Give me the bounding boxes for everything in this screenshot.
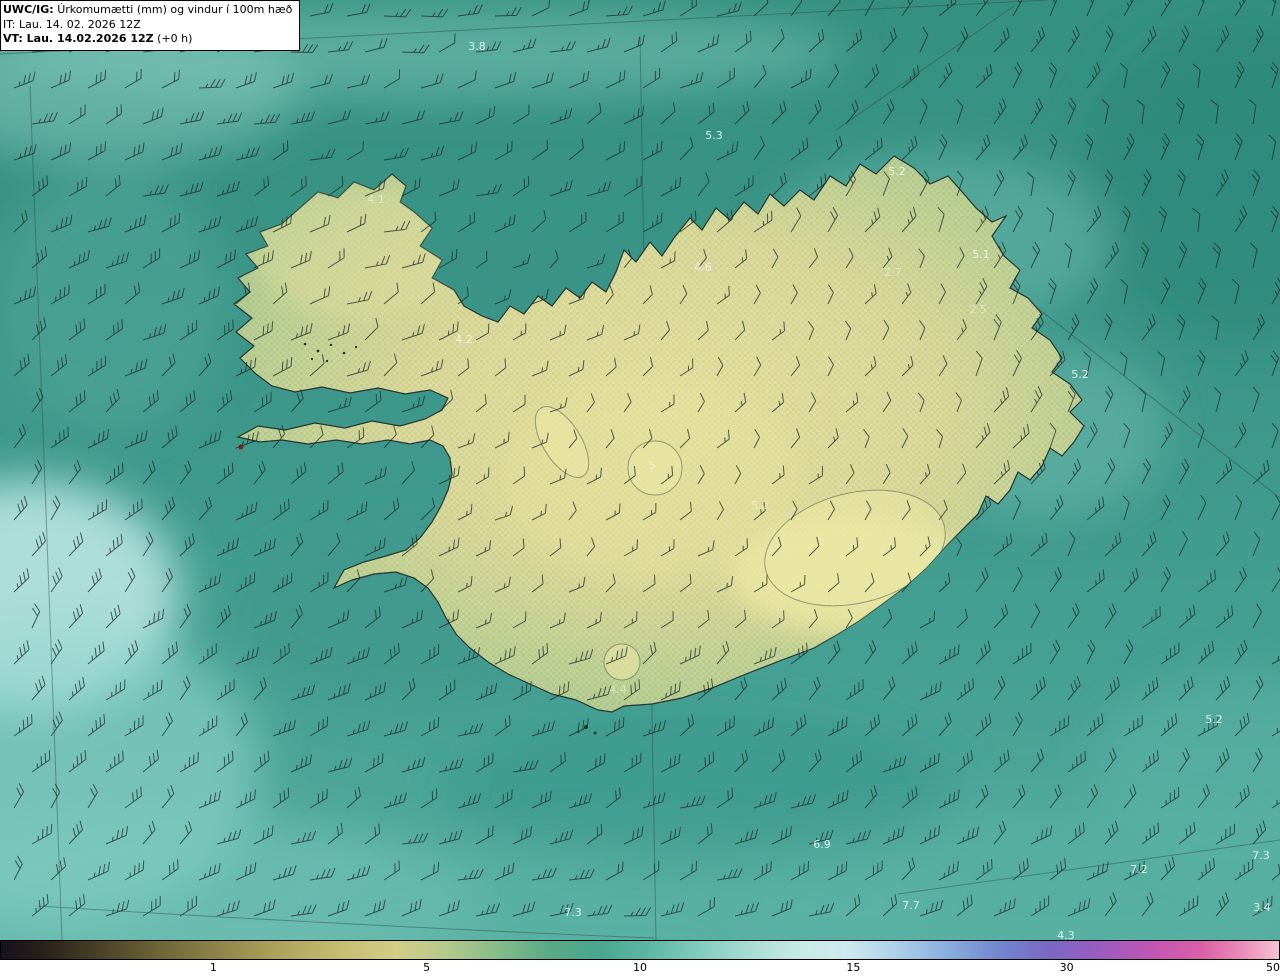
weather-map: 3.8 5.3 5.2 5.1 4.6 2.7 2.5 5.2 4.1 4.2 5 5.2 4.4 6.9… bbox=[0, 0, 1280, 940]
map-value-label: 4.3 bbox=[1057, 929, 1075, 940]
map-title: Úrkomumætti (mm) og vindur í 100m hæð bbox=[57, 3, 293, 16]
map-value-label: 4.1 bbox=[367, 193, 385, 206]
map-value-label: 3.8 bbox=[468, 40, 486, 53]
map-value-label: 7.3 bbox=[564, 906, 582, 919]
colorbar-tick: 30 bbox=[1059, 961, 1074, 974]
map-value-label: 5.2 bbox=[751, 499, 769, 512]
valid-time: Lau. 14.02.2026 12Z bbox=[26, 32, 154, 46]
map-info-panel: UWC/IG: Úrkomumætti (mm) og vindur í 100… bbox=[0, 0, 301, 51]
precip-colorbar bbox=[0, 940, 1280, 960]
colorbar-tick: 15 bbox=[846, 961, 861, 974]
colorbar-tick: 5 bbox=[423, 961, 431, 974]
map-value-label: 2.7 bbox=[884, 266, 902, 279]
map-value-label: 5.2 bbox=[1205, 713, 1223, 726]
map-value-label: 5.2 bbox=[1071, 368, 1089, 381]
colorbar-tick-row: 1 5 10 15 30 50 bbox=[0, 960, 1280, 978]
map-value-label: 3.4 bbox=[1253, 901, 1271, 914]
map-value-label: 7.7 bbox=[902, 899, 920, 912]
weather-map-page: 3.8 5.3 5.2 5.1 4.6 2.7 2.5 5.2 4.1 4.2 5 5.2 4.4 6.9… bbox=[0, 0, 1280, 978]
map-title-line: UWC/IG: Úrkomumætti (mm) og vindur í 100… bbox=[3, 3, 292, 18]
map-value-label: 5.2 bbox=[888, 165, 906, 178]
map-value-label: 7.3 bbox=[1252, 849, 1270, 862]
map-value-label: 2.5 bbox=[969, 303, 987, 316]
map-value-label: 5.1 bbox=[972, 248, 990, 261]
valid-offset: (+0 h) bbox=[157, 32, 193, 46]
model-label: UWC/IG: bbox=[3, 3, 54, 16]
valid-label: VT: bbox=[3, 32, 23, 46]
map-value-label: 4.6 bbox=[694, 261, 712, 274]
map-value-label: 4.4 bbox=[609, 683, 627, 696]
colorbar-tick: 10 bbox=[633, 961, 647, 974]
colorbar-tick: 50 bbox=[1266, 961, 1280, 974]
map-value-label: 5.3 bbox=[705, 129, 723, 142]
valid-time-line: VT: Lau. 14.02.2026 12Z (+0 h) bbox=[3, 32, 292, 47]
map-value-label: 6.9 bbox=[813, 838, 831, 851]
map-value-label: 4.2 bbox=[455, 333, 473, 346]
map-value-label: 7.2 bbox=[1130, 863, 1148, 876]
map-value-label: 5 bbox=[649, 459, 656, 472]
init-time: Lau. 14. 02. 2026 12Z bbox=[18, 17, 141, 31]
colorbar-tick: 1 bbox=[209, 961, 217, 974]
init-label: IT: bbox=[3, 17, 16, 31]
init-time-line: IT: Lau. 14. 02. 2026 12Z bbox=[3, 18, 292, 33]
